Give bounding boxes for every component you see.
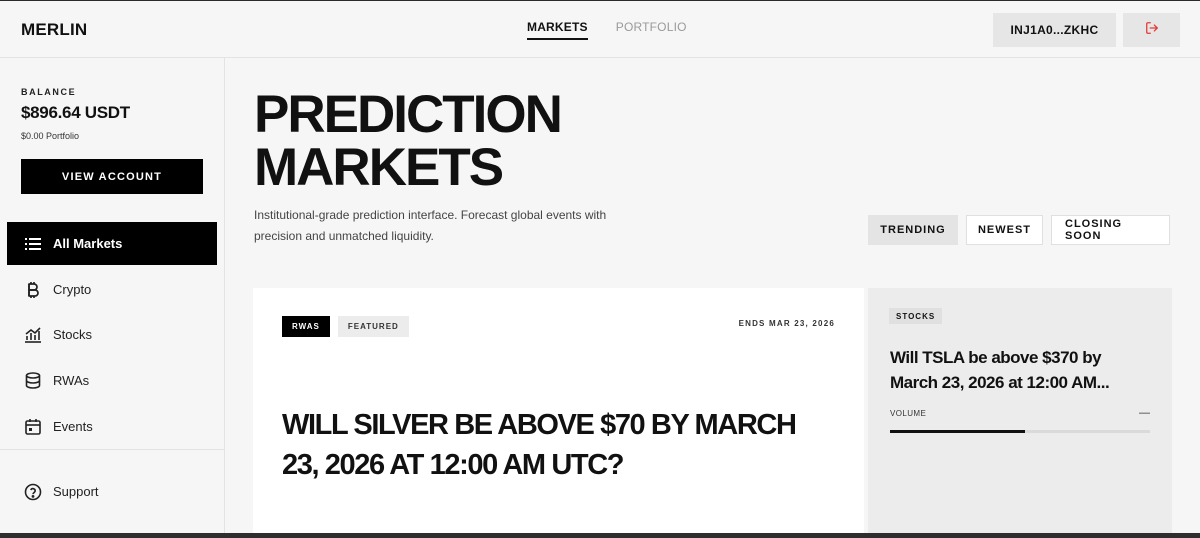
market-question: Will TSLA be above $370 by March 23, 202…: [890, 348, 1110, 392]
sidebar-item-stocks[interactable]: Stocks: [7, 313, 217, 356]
sidebar-item-label: Events: [53, 419, 93, 434]
balance-value: $896.64 USDT: [21, 103, 130, 122]
featured-question: WILL SILVER BE ABOVE $70 BY MARCH 23, 20…: [282, 409, 797, 481]
sidebar-divider: [0, 449, 225, 450]
category-badge: STOCKS: [889, 308, 943, 324]
market-card[interactable]: STOCKS Will TSLA be above $370 by March …: [868, 288, 1172, 538]
filter-trending[interactable]: TRENDING: [868, 215, 958, 245]
page-title-line-1: PREDICTION: [254, 85, 563, 144]
end-date: ENDS MAR 23, 2026: [738, 319, 835, 328]
featured-badge: FEATURED: [337, 316, 409, 337]
volume-bar: [890, 430, 1150, 433]
sidebar: BALANCE $896.64 USDT $0.00 Portfolio VIE…: [0, 58, 225, 538]
volume-label: VOLUME: [890, 409, 927, 418]
bottom-scrollbar[interactable]: [0, 533, 1200, 538]
sidebar-item-label: Support: [53, 484, 99, 499]
filter-newest[interactable]: NEWEST: [966, 215, 1043, 245]
list-icon: [24, 235, 42, 253]
app-logo[interactable]: MERLIN: [21, 20, 87, 40]
sidebar-item-crypto[interactable]: Crypto: [7, 268, 217, 311]
calendar-icon: [24, 418, 42, 436]
balance-label: BALANCE: [21, 87, 77, 97]
page-title-line-2: MARKETS: [254, 138, 504, 197]
sidebar-item-support[interactable]: Support: [7, 470, 217, 513]
wallet-address-button[interactable]: INJ1A0...ZKHC: [993, 13, 1116, 47]
category-badge: RWAS: [282, 316, 330, 337]
sidebar-item-label: Stocks: [53, 327, 93, 342]
bar-chart-icon: [24, 326, 42, 344]
sidebar-item-all-markets[interactable]: All Markets: [7, 222, 217, 265]
filter-closing-soon[interactable]: CLOSING SOON: [1051, 215, 1170, 245]
featured-tags: RWAS FEATURED: [282, 316, 409, 337]
top-bar: MERLIN MARKETS PORTFOLIO INJ1A0...ZKHC: [0, 0, 1200, 58]
view-account-button[interactable]: VIEW ACCOUNT: [21, 159, 203, 194]
sidebar-item-label: Crypto: [53, 282, 92, 297]
sidebar-item-label: All Markets: [53, 236, 123, 251]
page-subtitle: Institutional-grade prediction interface…: [254, 208, 607, 243]
help-circle-icon: [24, 483, 42, 501]
portfolio-value: $0.00 Portfolio: [21, 131, 80, 141]
page-title: PREDICTION MARKETS: [254, 85, 563, 197]
sidebar-item-events[interactable]: Events: [7, 405, 217, 448]
bitcoin-icon: [24, 281, 42, 299]
tab-portfolio[interactable]: PORTFOLIO: [616, 20, 687, 40]
volume-bar-fill: [890, 430, 1026, 433]
logout-button[interactable]: [1123, 13, 1180, 47]
logout-icon: [1145, 21, 1159, 40]
filter-group: TRENDING NEWEST CLOSING SOON: [868, 215, 1170, 245]
volume-value: —: [1139, 407, 1150, 419]
sidebar-item-rwas[interactable]: RWAs: [7, 359, 217, 402]
main-nav: MARKETS PORTFOLIO: [527, 20, 687, 40]
main-content: PREDICTION MARKETS Institutional-grade p…: [225, 58, 1200, 538]
database-icon: [24, 372, 42, 390]
tab-markets[interactable]: MARKETS: [527, 20, 588, 40]
featured-market-card[interactable]: RWAS FEATURED ENDS MAR 23, 2026 WILL SIL…: [253, 288, 864, 538]
sidebar-item-label: RWAs: [53, 373, 90, 388]
